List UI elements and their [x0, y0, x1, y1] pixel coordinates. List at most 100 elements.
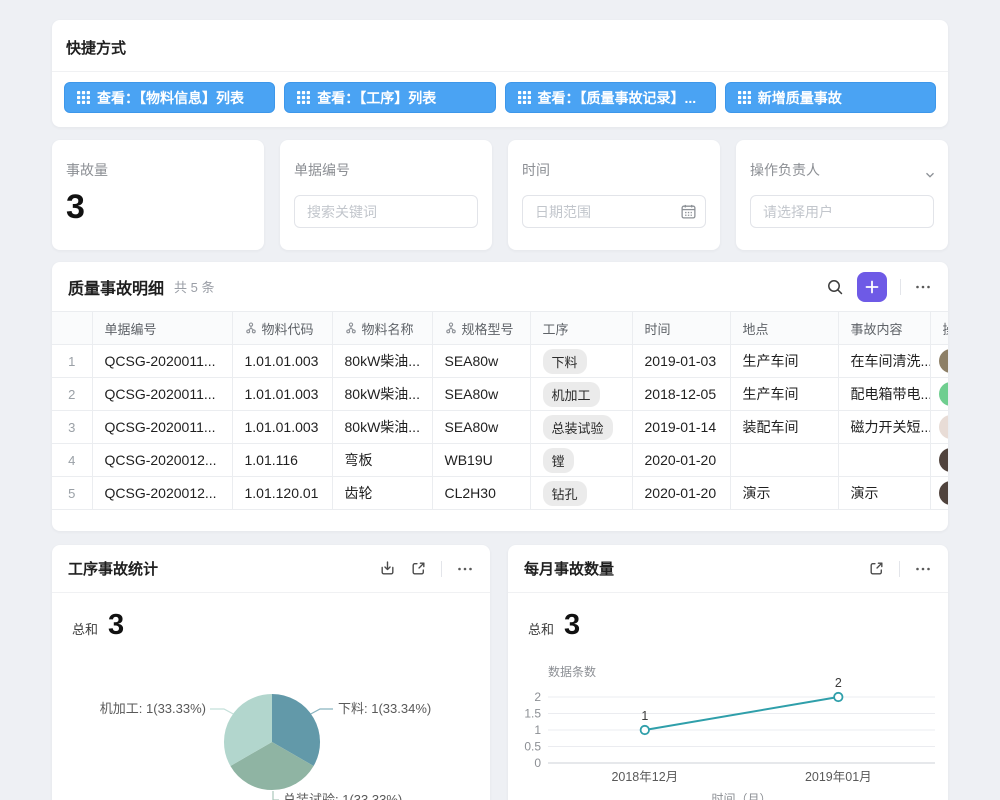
pie-label: 下料: 1(33.34%) — [338, 701, 431, 716]
process-tag: 镗 — [543, 448, 574, 473]
column-header[interactable]: 操作负责人 — [930, 312, 948, 345]
doc-number-label: 单据编号 — [294, 160, 478, 180]
process-pie-chart[interactable]: 下料: 1(33.34%)总装试验: 1(33.33%)机加工: 1(33.33… — [52, 645, 490, 800]
table-row[interactable]: 2QCSG-2020011...1.01.01.00380kW柴油...SEA8… — [52, 378, 948, 411]
column-header[interactable]: 物料代码 — [232, 312, 332, 345]
column-header-label: 物料名称 — [362, 319, 414, 338]
row-number: 5 — [52, 477, 92, 510]
column-header[interactable]: 地点 — [730, 312, 838, 345]
line-more-button[interactable] — [914, 560, 932, 578]
table-row[interactable]: 3QCSG-2020011...1.01.01.00380kW柴油...SEA8… — [52, 411, 948, 444]
monthly-line-chart[interactable]: 00.511.5212018年12月22019年01月数据条数时间（月） — [508, 645, 948, 800]
shortcut-button-1[interactable]: 查看：【物料信息】列表 — [64, 82, 275, 113]
column-header-label: 规格型号 — [462, 319, 514, 338]
table-title-row: 质量事故明细 共 5 条 — [52, 262, 948, 311]
shortcut-button-2[interactable]: 查看：【工序】列表 — [284, 82, 495, 113]
table-row[interactable]: 5QCSG-2020012...1.01.120.01齿轮CL2H30钻孔202… — [52, 477, 948, 510]
table-header-row: 单据编号物料代码 物料名称 规格型号工序时间 地点事故内容 操作负责人 — [52, 312, 948, 345]
search-button[interactable] — [826, 278, 844, 296]
doc-cell: QCSG-2020011... — [92, 411, 232, 444]
content-cell — [838, 444, 930, 477]
incident-count-value: 3 — [66, 188, 250, 227]
pie-total: 总和 3 — [52, 593, 490, 642]
doc-number-input-wrap — [294, 195, 478, 228]
divider — [441, 561, 442, 577]
column-header-label: 操作负责人 — [943, 319, 949, 338]
table-actions — [826, 272, 932, 302]
date-range-input[interactable] — [522, 195, 706, 228]
chevron-down-icon — [923, 168, 937, 182]
more-dots-icon — [456, 560, 474, 578]
doc-number-card: 单据编号 — [280, 140, 492, 250]
column-header[interactable]: 事故内容 — [838, 312, 930, 345]
spec-cell: CL2H30 — [432, 477, 530, 510]
shortcut-button-label: 查看：【物料信息】列表 — [97, 88, 244, 108]
column-header[interactable]: 规格型号 — [432, 312, 530, 345]
column-header[interactable] — [52, 312, 92, 345]
avatar — [939, 415, 949, 439]
pie-total-value: 3 — [108, 609, 124, 642]
y-tick-label: 0 — [534, 756, 541, 770]
code-cell: 1.01.116 — [232, 444, 332, 477]
y-tick-label: 0.5 — [524, 740, 541, 754]
column-header[interactable]: 工序 — [530, 312, 632, 345]
line-card-header: 每月事故数量 — [508, 545, 948, 593]
row-number: 1 — [52, 345, 92, 378]
more-dots-icon — [914, 560, 932, 578]
line-card-title: 每月事故数量 — [524, 558, 614, 579]
date-cell: 2020-01-20 — [632, 477, 730, 510]
column-header[interactable]: 单据编号 — [92, 312, 232, 345]
grid-icon — [297, 91, 310, 104]
incident-table-card: 质量事故明细 共 5 条 — [52, 262, 948, 531]
date-range-input-wrap — [522, 195, 706, 228]
name-cell: 齿轮 — [332, 477, 432, 510]
doc-cell: QCSG-2020011... — [92, 378, 232, 411]
data-point[interactable] — [834, 693, 842, 701]
avatar — [939, 448, 949, 472]
y-axis-title: 数据条数 — [548, 664, 596, 679]
operator-select[interactable]: 请选择用户 — [750, 195, 934, 228]
operator-filter-label: 操作负责人 — [750, 160, 934, 180]
code-cell: 1.01.01.003 — [232, 345, 332, 378]
spec-cell: SEA80w — [432, 378, 530, 411]
shortcut-button-3[interactable]: 查看：【质量事故记录】... — [505, 82, 716, 113]
doc-cell: QCSG-2020011... — [92, 345, 232, 378]
column-header[interactable]: 物料名称 — [332, 312, 432, 345]
table-record-count: 共 5 条 — [174, 277, 214, 296]
expand-button[interactable] — [410, 560, 427, 577]
table-row[interactable]: 1QCSG-2020011...1.01.01.00380kW柴油...SEA8… — [52, 345, 948, 378]
process-cell: 下料 — [530, 345, 632, 378]
line-total-value: 3 — [564, 609, 580, 642]
avatar — [939, 382, 949, 406]
operator-cell — [930, 378, 948, 411]
pie-card-actions — [379, 560, 474, 578]
place-cell: 生产车间 — [730, 378, 838, 411]
column-header[interactable]: 时间 — [632, 312, 730, 345]
shortcut-button-4[interactable]: 新增质量事故 — [725, 82, 936, 113]
table-title: 质量事故明细 — [68, 275, 164, 299]
external-link-icon — [410, 560, 427, 577]
name-cell: 弯板 — [332, 444, 432, 477]
process-tag: 机加工 — [543, 382, 600, 407]
line-card-actions — [868, 560, 932, 578]
monthly-count-card: 每月事故数量 总和 3 00.511.5212018年 — [508, 545, 948, 800]
column-header-label: 时间 — [645, 319, 671, 338]
more-dots-icon — [914, 278, 932, 296]
doc-number-search-input[interactable] — [294, 195, 478, 228]
line-total-label: 总和 — [528, 619, 554, 638]
shortcut-button-label: 新增质量事故 — [758, 88, 842, 108]
date-cell: 2020-01-20 — [632, 444, 730, 477]
table-row[interactable]: 4QCSG-2020012...1.01.116弯板WB19U镗2020-01-… — [52, 444, 948, 477]
add-record-button[interactable] — [857, 272, 887, 302]
row-number: 2 — [52, 378, 92, 411]
export-button[interactable] — [379, 560, 396, 577]
data-point[interactable] — [641, 726, 649, 734]
expand-button[interactable] — [868, 560, 885, 577]
line-total: 总和 3 — [508, 593, 948, 642]
column-header-label: 事故内容 — [851, 319, 903, 338]
operator-cell — [930, 477, 948, 510]
pie-more-button[interactable] — [456, 560, 474, 578]
process-cell: 机加工 — [530, 378, 632, 411]
table-more-button[interactable] — [914, 278, 932, 296]
doc-cell: QCSG-2020012... — [92, 477, 232, 510]
